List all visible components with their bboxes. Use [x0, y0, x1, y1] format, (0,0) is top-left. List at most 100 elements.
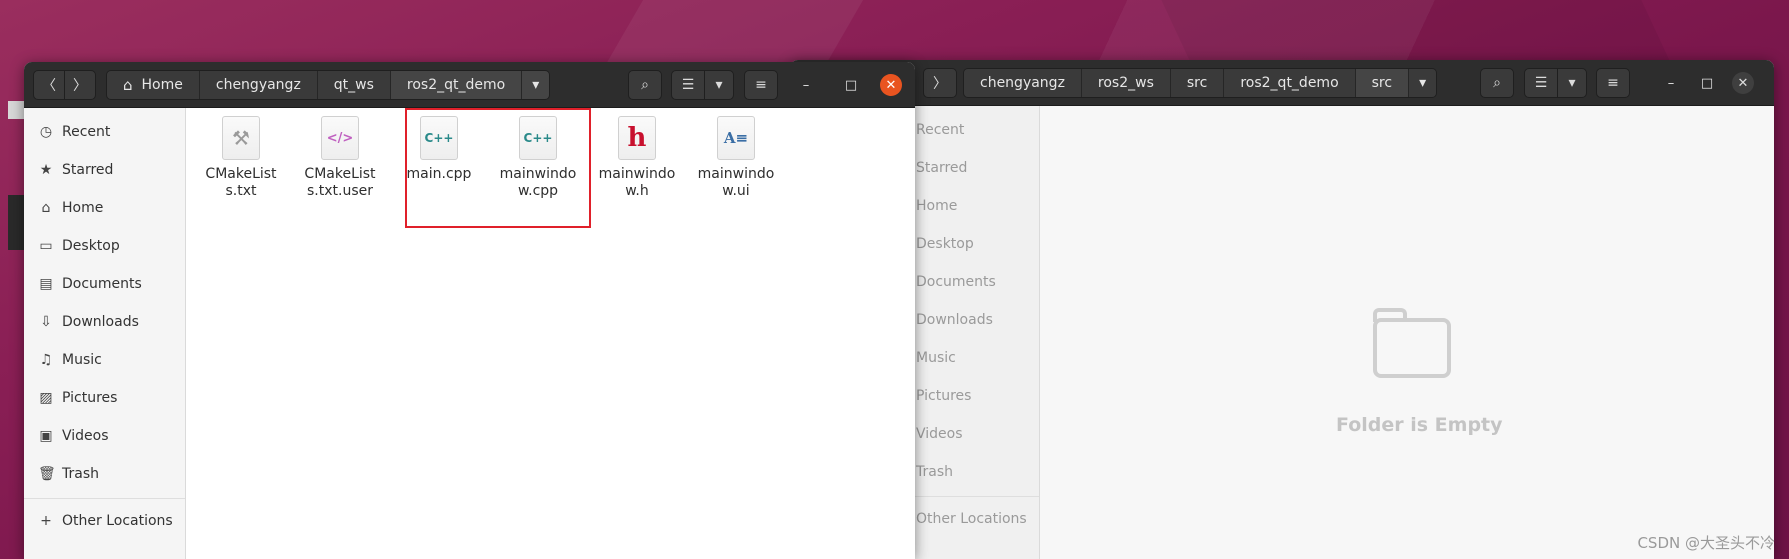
sidebar-item-home[interactable]: ⌂ Home: [24, 192, 185, 224]
sidebar-item-other-locations[interactable]: + Other Locations: [24, 505, 185, 537]
file-name: CMakeLists.txt.user: [304, 166, 376, 199]
sidebar-item-documents[interactable]: ▤ Documents: [24, 268, 185, 300]
ui-file-icon: A≡: [717, 116, 755, 160]
path-bar: ⌂ Home chengyangz qt_ws ros2_qt_demo ▾: [106, 70, 551, 100]
view-options-button[interactable]: ▾: [704, 70, 734, 100]
sidebar-item-label: Downloads: [62, 314, 139, 330]
highlight-box: [405, 108, 591, 228]
path-crumb-ros2-ws[interactable]: ros2_ws: [1081, 69, 1171, 97]
sidebar-item-label: Trash: [916, 464, 953, 480]
file-name: CMakeLists.txt: [205, 166, 277, 199]
header-bar: 〉 chengyangz ros2_ws src ros2_qt_demo sr…: [790, 60, 1774, 106]
path-crumb-qt-ws[interactable]: qt_ws: [317, 71, 391, 99]
path-menu-button[interactable]: ▾: [522, 71, 550, 99]
clock-icon: ◷: [39, 124, 53, 140]
search-button[interactable]: ⌕: [628, 70, 662, 100]
sidebar-item-label: Music: [916, 350, 956, 366]
background-window-edge: [0, 95, 24, 559]
sidebar-item-label: Downloads: [916, 312, 993, 328]
folder-icon: [1373, 308, 1451, 378]
main-menu-button[interactable]: ≡: [1596, 68, 1630, 98]
view-toggle-button[interactable]: ☰: [671, 70, 705, 100]
sidebar-item-music[interactable]: ♫ Music: [24, 344, 185, 376]
path-crumb-chengyangz[interactable]: chengyangz: [199, 71, 318, 99]
folder-icon-tab: [1373, 308, 1407, 322]
sidebar-item-videos[interactable]: ▣ Videos: [24, 420, 185, 452]
sidebar-item-downloads[interactable]: ⇩ Downloads: [24, 306, 185, 338]
star-icon: ★: [39, 162, 53, 178]
file-manager-window[interactable]: 〈 〉 ⌂ Home chengyangz qt_ws ros2_qt_demo…: [24, 62, 915, 559]
sidebar-item-label: Documents: [62, 276, 142, 292]
forward-button[interactable]: 〉: [923, 68, 957, 98]
sidebar-item-recent[interactable]: ◷ Recent: [24, 116, 185, 148]
sidebar-item-label: Pictures: [916, 388, 972, 404]
file-name: mainwindow.h: [598, 166, 676, 199]
sidebar-item-pictures[interactable]: ▨ Pictures: [24, 382, 185, 414]
hamburger-icon: ≡: [755, 77, 767, 93]
sidebar-item-trash[interactable]: 🗑 Trash: [24, 458, 185, 490]
chevron-down-icon: ▾: [715, 77, 723, 93]
path-crumb-home[interactable]: ⌂ Home: [107, 71, 200, 99]
file-name: mainwindow.ui: [697, 166, 775, 199]
sidebar-item-label: Other Locations: [916, 511, 1027, 527]
list-view-icon: ☰: [1534, 75, 1548, 91]
search-icon: ⌕: [1493, 75, 1501, 91]
file-manager-window-secondary[interactable]: 〉 chengyangz ros2_ws src ros2_qt_demo sr…: [790, 60, 1774, 559]
path-crumb-ros2-qt-demo[interactable]: ros2_qt_demo: [1224, 69, 1356, 97]
video-icon: ▣: [39, 428, 53, 444]
sidebar-item-starred[interactable]: ★ Starred: [24, 154, 185, 186]
sidebar-item-label: Home: [916, 198, 958, 214]
background-window-bit: [8, 101, 24, 119]
path-crumb-chengyangz[interactable]: chengyangz: [964, 69, 1082, 97]
picture-icon: ▨: [39, 390, 53, 406]
sidebar-item-label: Recent: [916, 122, 965, 138]
desktop-icon: ▭: [39, 238, 53, 254]
view-toggle-button[interactable]: ☰: [1524, 68, 1558, 98]
forward-button[interactable]: 〉: [64, 70, 96, 100]
sidebar-item-label: Documents: [916, 274, 996, 290]
view-options-button[interactable]: ▾: [1557, 68, 1587, 98]
sidebar-item-label: Recent: [62, 124, 111, 140]
main-menu-button[interactable]: ≡: [744, 70, 778, 100]
sidebar-item-label: Home: [62, 200, 104, 216]
sidebar: ◷ Recent ★ Starred ⌂ Home ▭ Desktop ▤ Do…: [24, 108, 186, 559]
folder-view[interactable]: ⚒ CMakeLists.txt </> CMakeLists.txt.user…: [186, 108, 915, 559]
close-button[interactable]: ✕: [880, 74, 902, 96]
sidebar-item-label: Videos: [916, 426, 963, 442]
sidebar-divider: [24, 498, 185, 499]
maximize-button[interactable]: □: [840, 74, 862, 96]
minimize-button[interactable]: –: [1660, 72, 1682, 94]
document-icon: ▤: [39, 276, 53, 292]
file-item[interactable]: h mainwindow.h: [591, 116, 683, 200]
list-view-icon: ☰: [681, 77, 695, 93]
plus-icon: +: [40, 513, 52, 529]
back-button[interactable]: 〈: [33, 70, 65, 100]
folder-view[interactable]: Folder is Empty: [1040, 106, 1774, 559]
build-file-icon: ⚒: [222, 116, 260, 160]
maximize-button[interactable]: □: [1696, 72, 1718, 94]
close-button[interactable]: ✕: [1732, 72, 1754, 94]
sidebar-item-label: Videos: [62, 428, 109, 444]
minimize-button[interactable]: –: [795, 74, 817, 96]
path-crumb-src[interactable]: src: [1170, 69, 1225, 97]
path-menu-button[interactable]: ▾: [1409, 69, 1437, 97]
empty-folder-message: Folder is Empty: [1336, 414, 1503, 436]
sidebar-item-desktop[interactable]: ▭ Desktop: [24, 230, 185, 262]
file-item[interactable]: </> CMakeLists.txt.user: [294, 116, 386, 200]
path-crumb-ros2-qt-demo[interactable]: ros2_qt_demo: [390, 71, 523, 99]
download-icon: ⇩: [40, 314, 52, 330]
path-crumb-label: Home: [141, 77, 183, 93]
home-icon: ⌂: [123, 76, 133, 94]
sidebar-item-label: Trash: [62, 466, 99, 482]
sidebar-item-label: Desktop: [62, 238, 120, 254]
file-item[interactable]: A≡ mainwindow.ui: [690, 116, 782, 200]
chevron-down-icon: ▾: [1568, 75, 1576, 91]
file-item[interactable]: ⚒ CMakeLists.txt: [195, 116, 287, 200]
header-bar: 〈 〉 ⌂ Home chengyangz qt_ws ros2_qt_demo…: [24, 62, 915, 108]
background-window-bit: [8, 195, 24, 250]
sidebar-item-label: Desktop: [916, 236, 974, 252]
path-crumb-src-current[interactable]: src: [1355, 69, 1410, 97]
sidebar-item-label: Music: [62, 352, 102, 368]
home-icon: ⌂: [41, 200, 51, 216]
search-button[interactable]: ⌕: [1480, 68, 1514, 98]
